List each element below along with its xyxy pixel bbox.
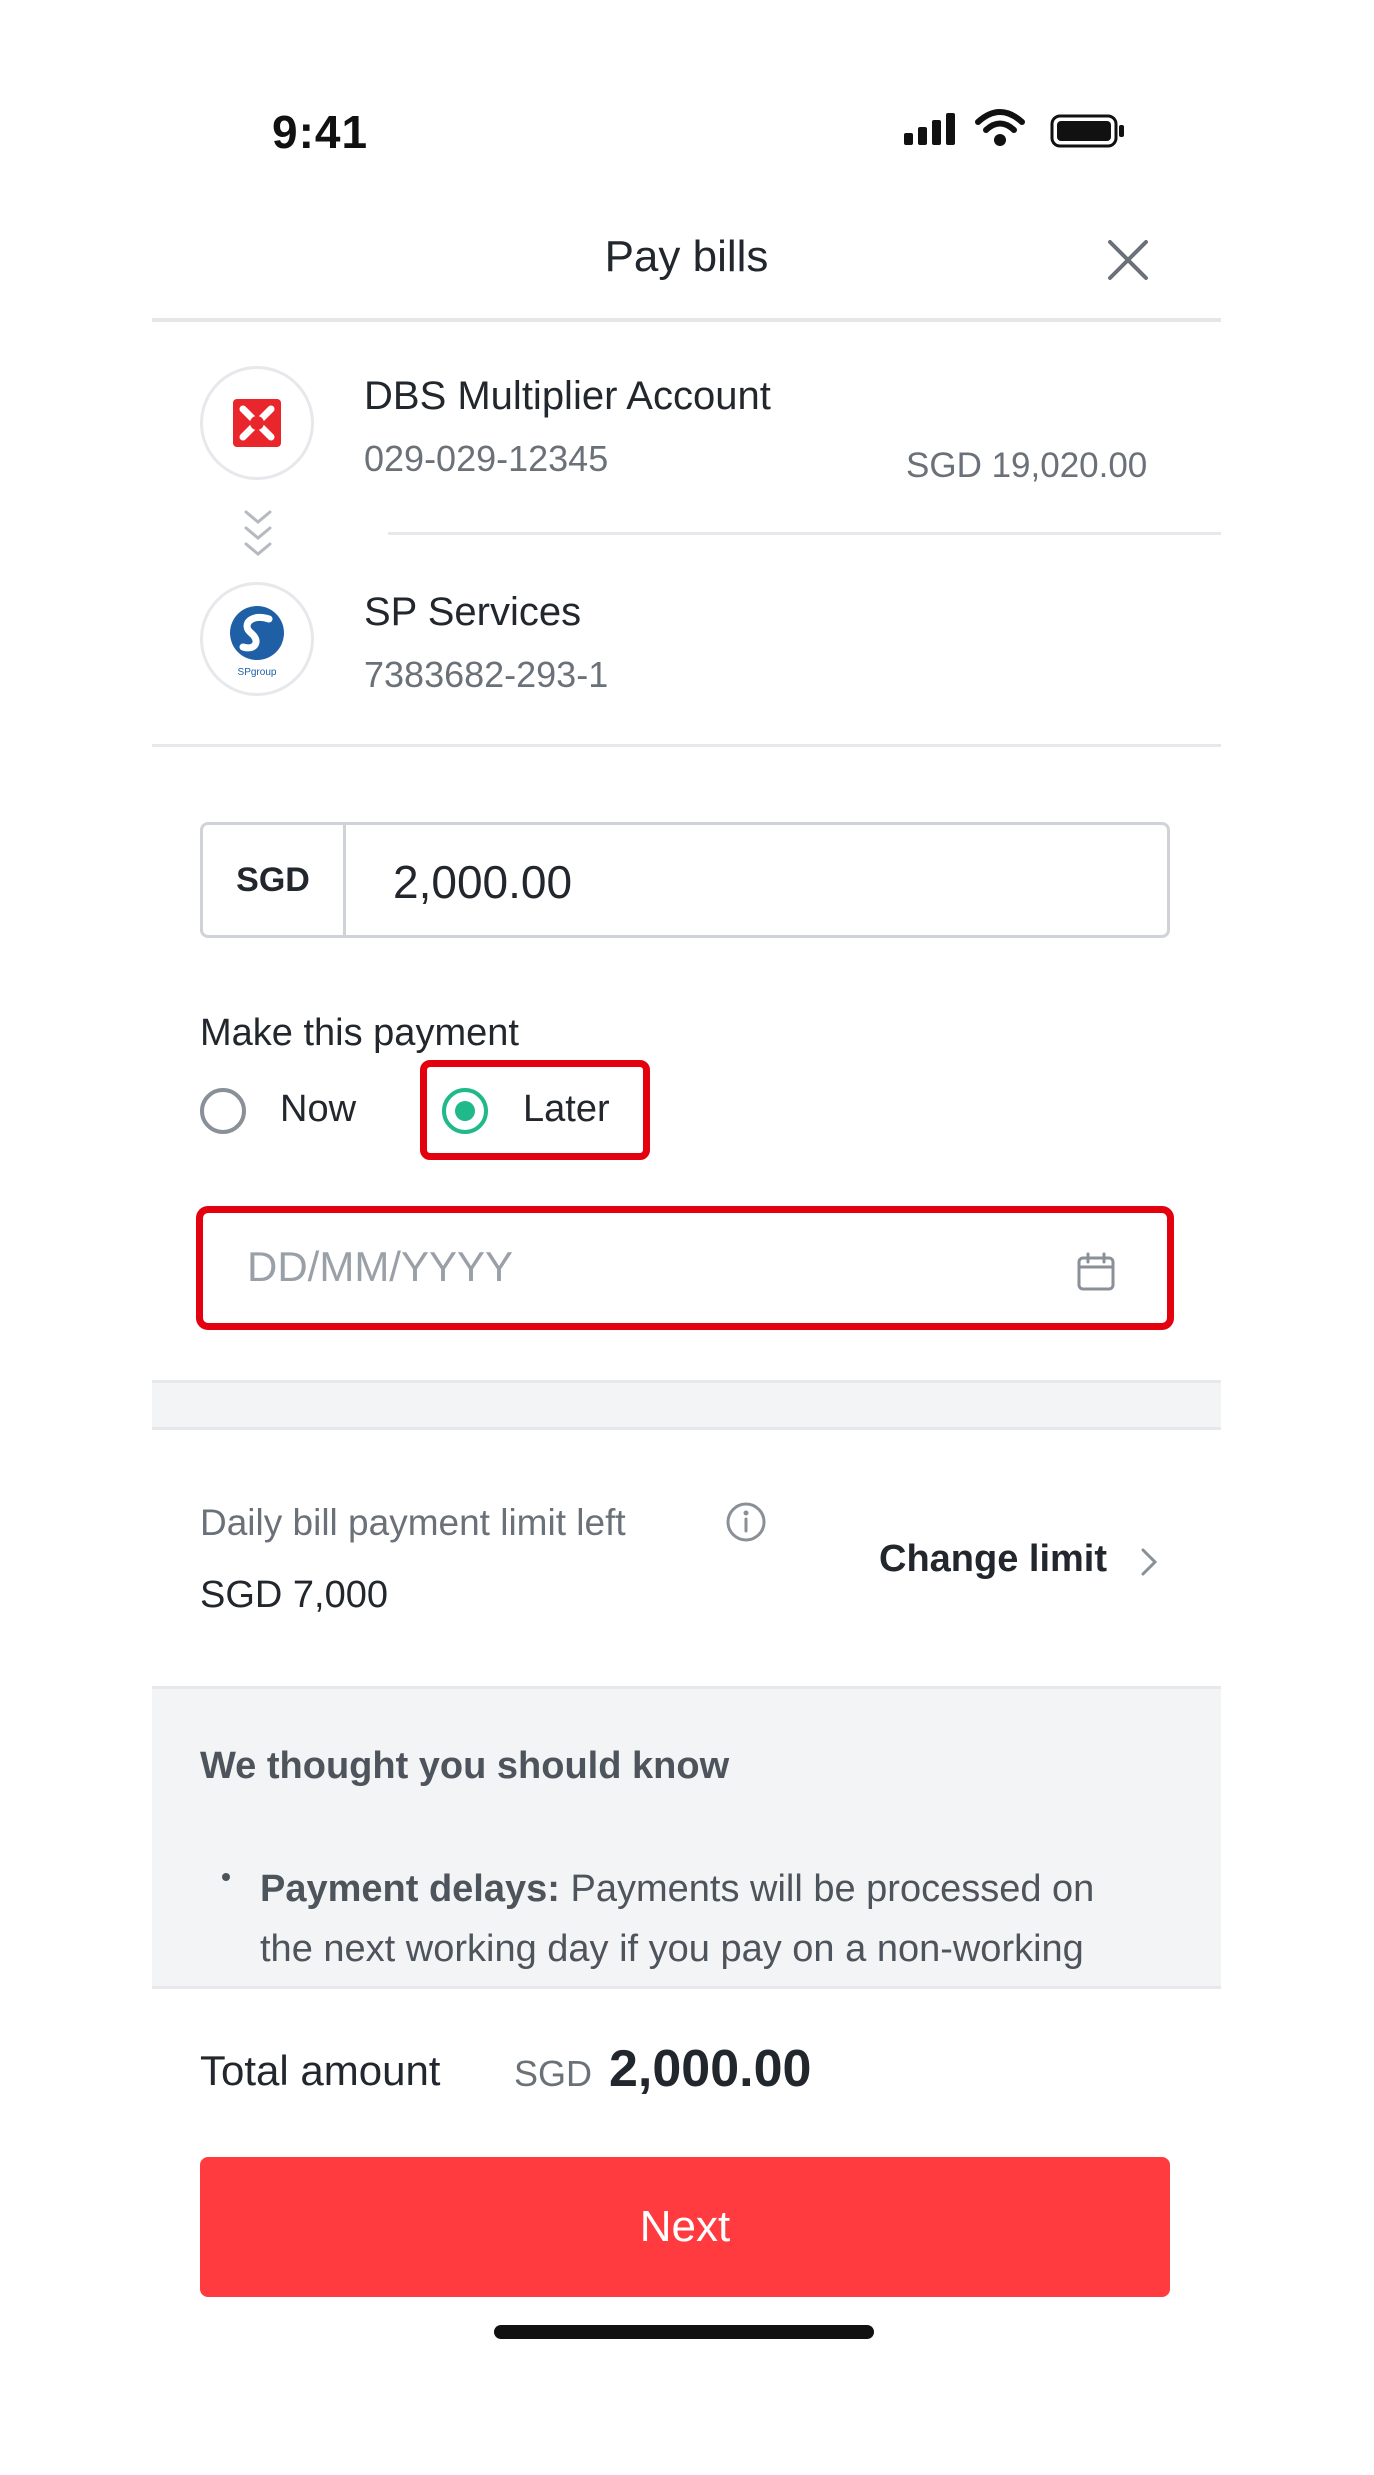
phone-screen: 9:41 Pay bills DBS Multiplier Account 02… [152, 0, 1221, 2475]
footer-bar: Total amount SGD 2,000.00 Next [152, 1986, 1221, 2475]
date-input[interactable] [247, 1243, 947, 1291]
from-account-balance: SGD 19,020.00 [906, 446, 1148, 485]
total-label: Total amount [200, 2047, 441, 2094]
total-currency: SGD [514, 2053, 593, 2094]
section-divider [152, 744, 1221, 747]
info-title: We thought you should know [200, 1745, 730, 1787]
radio-now[interactable] [200, 1088, 246, 1134]
signal-icon [904, 113, 955, 145]
wifi-icon [975, 109, 1025, 146]
header-bar: Pay bills [152, 200, 1221, 322]
chevron-right-icon[interactable] [1137, 1544, 1161, 1580]
next-button[interactable]: Next [200, 2157, 1170, 2297]
amount-field[interactable]: SGD 2,000.00 [200, 822, 1170, 938]
info-panel: We thought you should know Payment delay… [152, 1686, 1221, 1989]
total-value: 2,000.00 [609, 2040, 812, 2098]
bullet-dot [222, 1873, 230, 1881]
limit-value: SGD 7,000 [200, 1574, 388, 1616]
change-limit-link[interactable]: Change limit [879, 1538, 1107, 1581]
status-bar: 9:41 [152, 0, 1221, 200]
info-icon[interactable] [724, 1500, 768, 1544]
later-option-highlight [420, 1060, 650, 1160]
battery-icon [1050, 114, 1124, 148]
account-divider [388, 532, 1221, 535]
status-time: 9:41 [272, 106, 369, 158]
svg-text:SPgroup: SPgroup [238, 667, 277, 678]
home-indicator[interactable] [494, 2325, 874, 2339]
bullet-heading: Payment delays: [260, 1868, 560, 1910]
from-account-name: DBS Multiplier Account [364, 374, 771, 418]
date-field[interactable] [196, 1206, 1174, 1330]
close-icon[interactable] [1098, 230, 1158, 290]
info-bullet: Payment delays: Payments will be process… [260, 1859, 1140, 1989]
sp-group-logo: SPgroup [200, 582, 314, 696]
payment-timing-label: Make this payment [200, 1012, 519, 1054]
section-separator [152, 1380, 1221, 1430]
chevron-double-down-icon [244, 510, 272, 556]
radio-now-label[interactable]: Now [280, 1088, 356, 1131]
page-title: Pay bills [604, 232, 769, 281]
limit-label: Daily bill payment limit left [200, 1502, 626, 1543]
to-account-name: SP Services [364, 590, 582, 634]
to-account-number: 7383682-293-1 [364, 654, 609, 695]
amount-currency: SGD [203, 825, 346, 935]
from-account-number: 029-029-12345 [364, 438, 609, 479]
dbs-logo [200, 366, 314, 480]
amount-value[interactable]: 2,000.00 [393, 855, 572, 909]
calendar-icon[interactable] [1075, 1251, 1117, 1293]
